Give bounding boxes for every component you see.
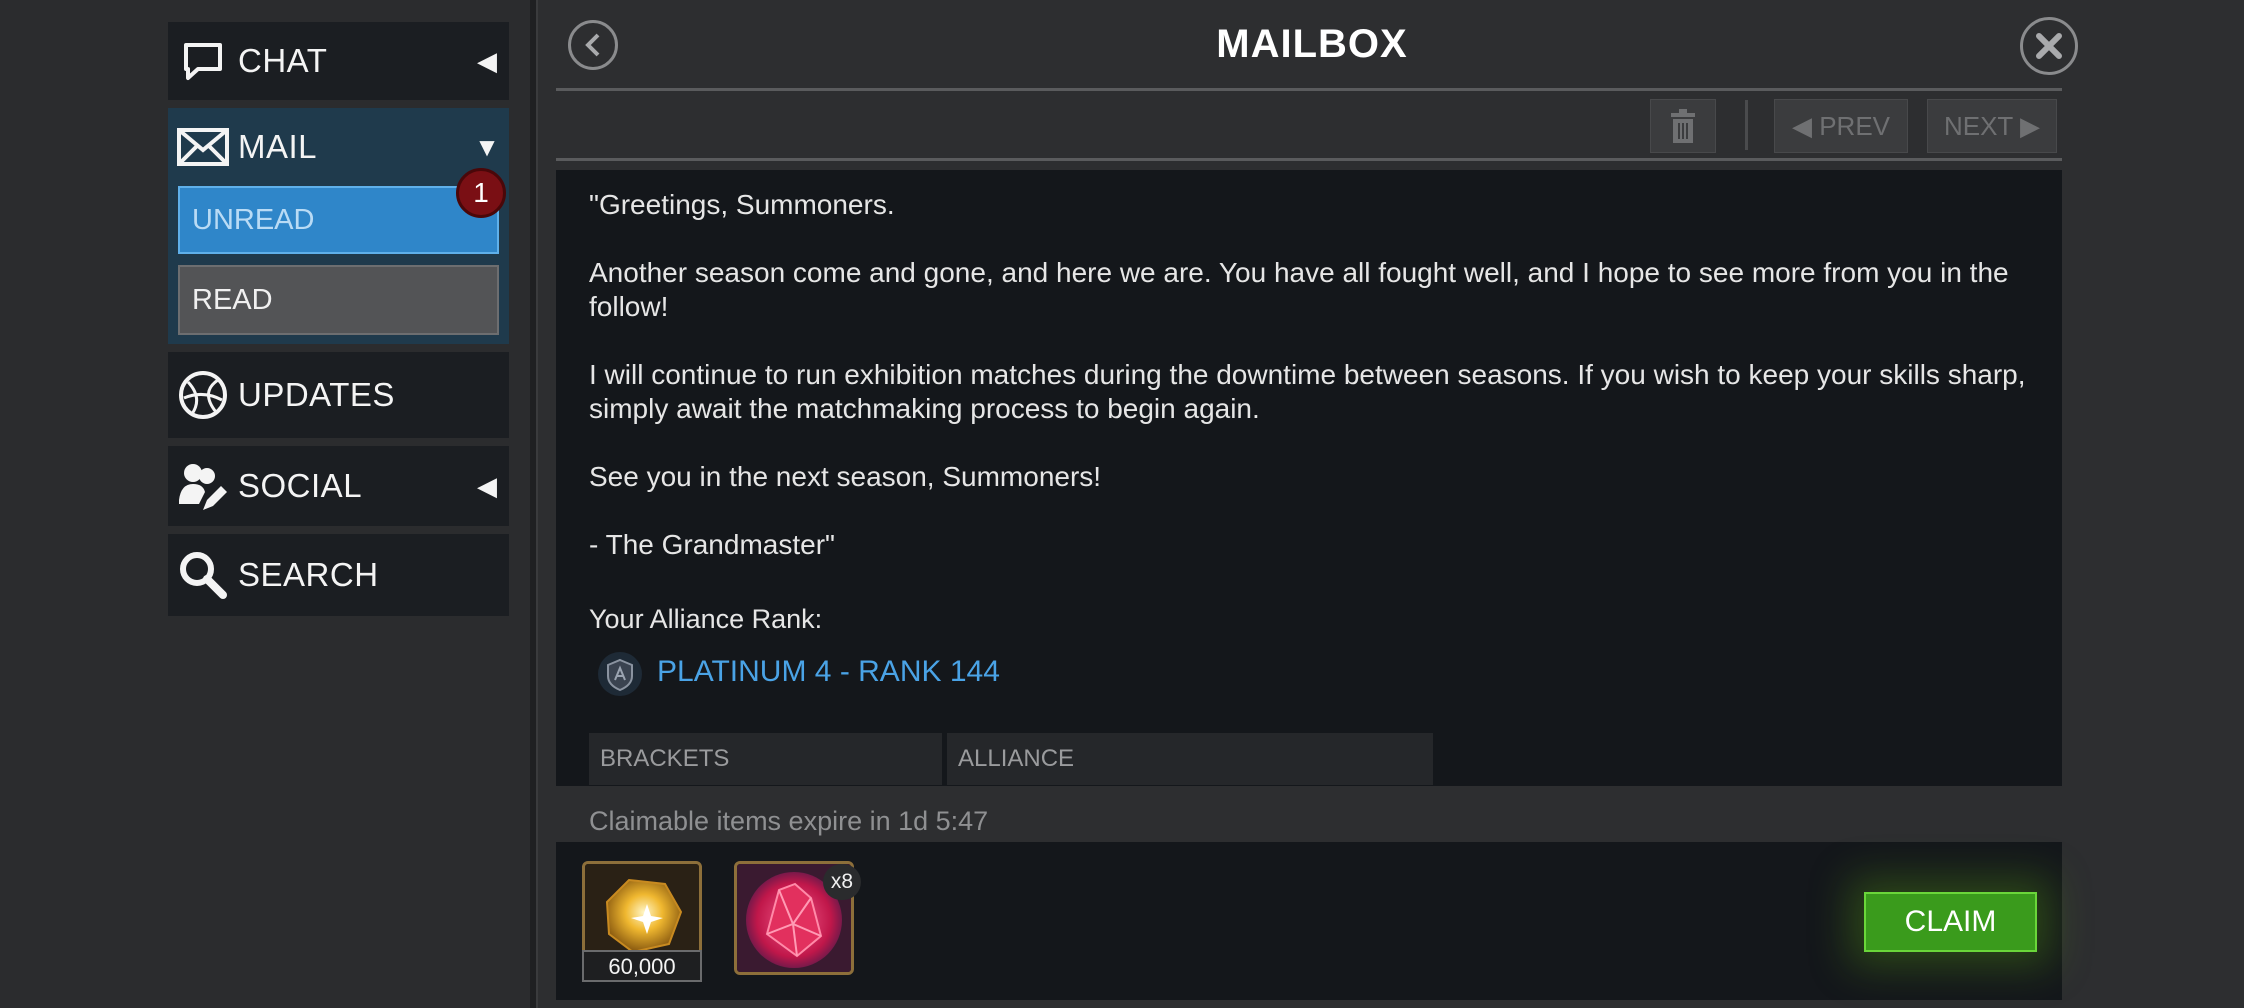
collapse-arrow-icon: ◀	[477, 470, 497, 501]
unread-label: UNREAD	[192, 203, 315, 236]
envelope-icon	[168, 128, 238, 166]
rank-label: Your Alliance Rank:	[589, 604, 823, 634]
sidebar-item-label: SEARCH	[238, 556, 379, 593]
toolbar-separator	[1745, 100, 1748, 150]
read-tab[interactable]: READ	[178, 265, 499, 335]
search-icon	[168, 549, 238, 601]
reward-multiplier: x8	[823, 864, 861, 900]
sidebar-item-updates[interactable]: UPDATES	[168, 352, 509, 438]
expand-arrow-icon: ▼	[474, 131, 500, 162]
globe-icon	[168, 370, 238, 420]
collapse-arrow-icon: ◀	[477, 45, 497, 76]
read-label: READ	[192, 283, 273, 316]
sidebar-item-social[interactable]: SOCIAL ◀	[168, 446, 509, 526]
toolbar-divider	[556, 158, 2062, 161]
reward-quantity: 60,000	[582, 950, 702, 982]
expire-timer: Claimable items expire in 1d 5:47	[589, 806, 989, 836]
sidebar-item-label: MAIL	[238, 128, 318, 165]
sidebar-item-label: SOCIAL	[238, 467, 363, 504]
next-button[interactable]: NEXT ▶	[1927, 99, 2057, 153]
trash-icon	[1671, 109, 1695, 143]
delete-button[interactable]	[1650, 99, 1716, 153]
panel-divider	[530, 0, 538, 1008]
unread-count-badge: 1	[456, 168, 506, 218]
chat-bubble-icon	[168, 40, 238, 82]
unread-tab[interactable]: UNREAD	[178, 186, 499, 254]
people-edit-icon	[168, 460, 238, 512]
message-paragraph: I will continue to run exhibition matche…	[589, 359, 2026, 424]
alliance-rank-value: PLATINUM 4 - RANK 144	[657, 655, 1000, 688]
message-paragraph: Another season come and gone, and here w…	[589, 257, 2009, 322]
alliance-shield-icon	[596, 650, 644, 698]
sidebar-item-label: UPDATES	[238, 376, 395, 413]
close-icon	[2036, 33, 2062, 59]
page-title: MAILBOX	[1216, 22, 1408, 66]
claim-button[interactable]: CLAIM	[1864, 892, 2037, 952]
message-paragraph: "Greetings, Summoners.	[589, 189, 895, 220]
message-paragraph: - The Grandmaster"	[589, 529, 835, 560]
header-divider	[556, 88, 2062, 91]
sidebar-item-mail[interactable]: MAIL ▼	[168, 108, 509, 186]
sidebar-item-search[interactable]: SEARCH	[168, 534, 509, 616]
close-button[interactable]	[2020, 17, 2078, 75]
prev-button[interactable]: ◀ PREV	[1774, 99, 1908, 153]
table-header-alliance: ALLIANCE	[947, 733, 1433, 785]
message-paragraph: See you in the next season, Summoners!	[589, 461, 1102, 492]
table-header-brackets: BRACKETS	[589, 733, 942, 785]
sidebar-item-chat[interactable]: CHAT ◀	[168, 22, 509, 100]
sidebar-item-label: CHAT	[238, 42, 328, 79]
